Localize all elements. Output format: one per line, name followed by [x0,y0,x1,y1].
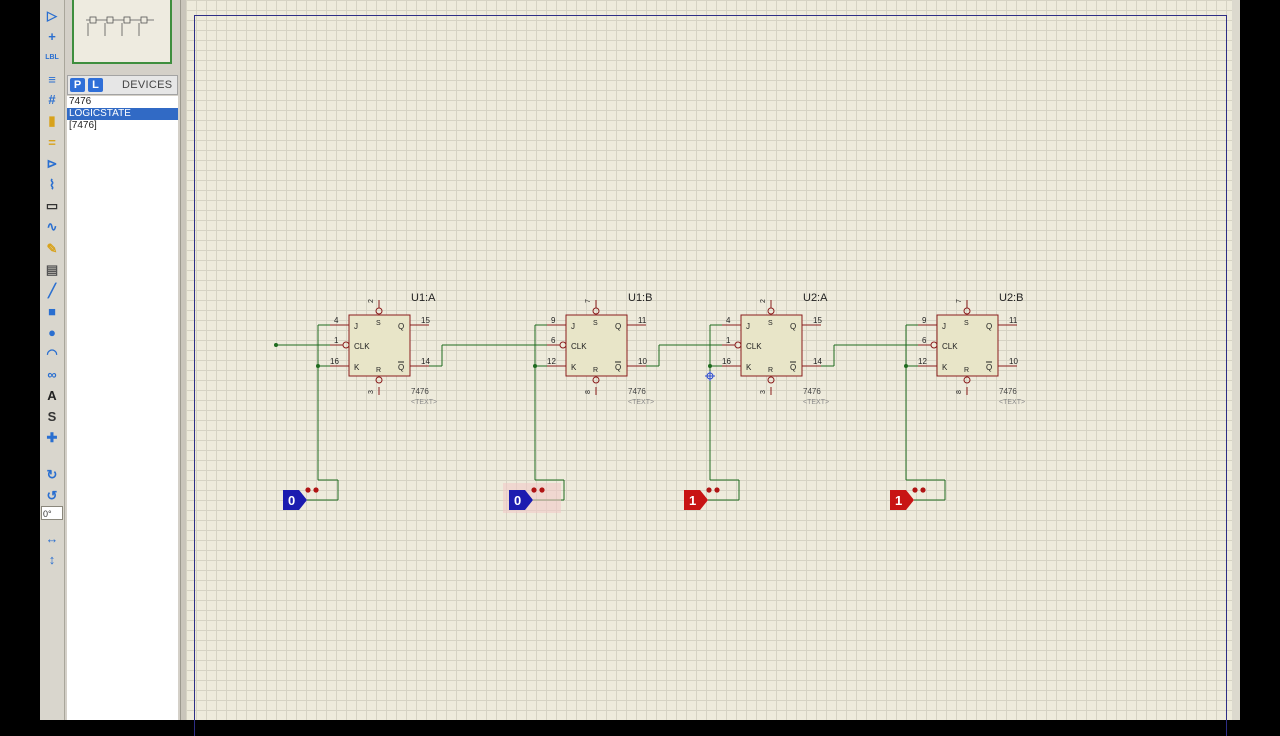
component-text-placeholder: <TEXT> [803,399,829,406]
reset-inversion-bubble [592,376,600,384]
pin-label-clk: CLK [571,342,587,351]
component-reference: U1:B [628,292,652,304]
pin-number-clk: 1 [726,336,731,345]
pin-number-j: 9 [922,316,927,325]
pin-label-reset: R [376,367,381,374]
pin-label-j: J [746,322,750,331]
logic-state-pin-dot [912,487,918,493]
pin-number-qbar: 10 [1009,357,1018,366]
pin-label-k: K [942,363,948,372]
pin-label-qbar: Q [790,363,796,372]
pin-label-k: K [746,363,752,372]
logic-state-pin-dot [305,487,311,493]
logic-state-pin-dot [531,487,537,493]
clk-inversion-bubble [734,341,742,349]
pin-label-set: S [964,320,969,327]
component-reference: U2:B [999,292,1023,304]
pin-number-reset: 3 [760,390,767,394]
component-reference: U2:A [803,292,828,304]
pin-number-set: 2 [368,299,375,303]
pin-number-qbar: 10 [638,357,647,366]
logic-state-pin-dot [920,487,926,493]
logic-state-pin-dot [539,487,545,493]
pin-label-qbar: Q [986,363,992,372]
schematic-drawing: JCLKKQQSR4116151423U1:A7476<TEXT>JCLKKQQ… [274,292,1025,513]
pin-number-clk: 6 [551,336,556,345]
reset-inversion-bubble [375,376,383,384]
pin-label-qbar: Q [615,363,621,372]
pin-label-reset: R [593,367,598,374]
pin-label-set: S [376,320,381,327]
component-text-placeholder: <TEXT> [628,399,654,406]
clk-inversion-bubble [559,341,567,349]
clk-inversion-bubble [342,341,350,349]
wire-terminal-dot [274,343,278,347]
reset-inversion-bubble [767,376,775,384]
pin-number-k: 16 [330,357,339,366]
pin-label-set: S [593,320,598,327]
component-part-value: 7476 [411,387,429,396]
pin-label-q: Q [986,322,992,331]
pin-number-q: 15 [813,316,822,325]
pin-label-j: J [354,322,358,331]
component-part-value: 7476 [803,387,821,396]
pin-number-k: 12 [918,357,927,366]
pin-number-qbar: 14 [813,357,822,366]
pin-number-j: 9 [551,316,556,325]
pin-label-qbar: Q [398,363,404,372]
logic-state-value: 1 [689,493,696,508]
pin-number-reset: 8 [585,390,592,394]
pin-number-k: 16 [722,357,731,366]
pin-number-clk: 6 [922,336,927,345]
component-part-value: 7476 [628,387,646,396]
pin-label-reset: R [964,367,969,374]
pin-number-set: 2 [760,299,767,303]
pin-number-q: 15 [421,316,430,325]
logic-state-value: 0 [288,493,295,508]
component-part-value: 7476 [999,387,1017,396]
pin-number-set: 7 [585,299,592,303]
pin-number-reset: 3 [368,390,375,394]
pin-label-j: J [571,322,575,331]
pin-number-qbar: 14 [421,357,430,366]
pin-label-clk: CLK [354,342,370,351]
set-inversion-bubble [592,307,600,315]
pin-label-clk: CLK [942,342,958,351]
reset-inversion-bubble [963,376,971,384]
set-inversion-bubble [375,307,383,315]
pin-number-j: 4 [726,316,731,325]
set-inversion-bubble [767,307,775,315]
set-inversion-bubble [963,307,971,315]
logic-state-value: 1 [895,493,902,508]
pin-label-q: Q [398,322,404,331]
pin-label-q: Q [790,322,796,331]
logic-state-pin-dot [313,487,319,493]
pin-number-q: 11 [1009,316,1018,325]
pin-number-clk: 1 [334,336,339,345]
pin-number-reset: 8 [956,390,963,394]
pin-number-j: 4 [334,316,339,325]
pin-label-j: J [942,322,946,331]
component-text-placeholder: <TEXT> [999,399,1025,406]
pin-label-k: K [571,363,577,372]
pin-label-clk: CLK [746,342,762,351]
pin-label-q: Q [615,322,621,331]
pin-label-reset: R [768,367,773,374]
pin-number-set: 7 [956,299,963,303]
logic-state-value: 0 [514,493,521,508]
pin-number-k: 12 [547,357,556,366]
component-reference: U1:A [411,292,436,304]
logic-state-pin-dot [706,487,712,493]
clk-inversion-bubble [930,341,938,349]
component-text-placeholder: <TEXT> [411,399,437,406]
pin-number-q: 11 [638,316,647,325]
pin-label-k: K [354,363,360,372]
logic-state-pin-dot [714,487,720,493]
pin-label-set: S [768,320,773,327]
